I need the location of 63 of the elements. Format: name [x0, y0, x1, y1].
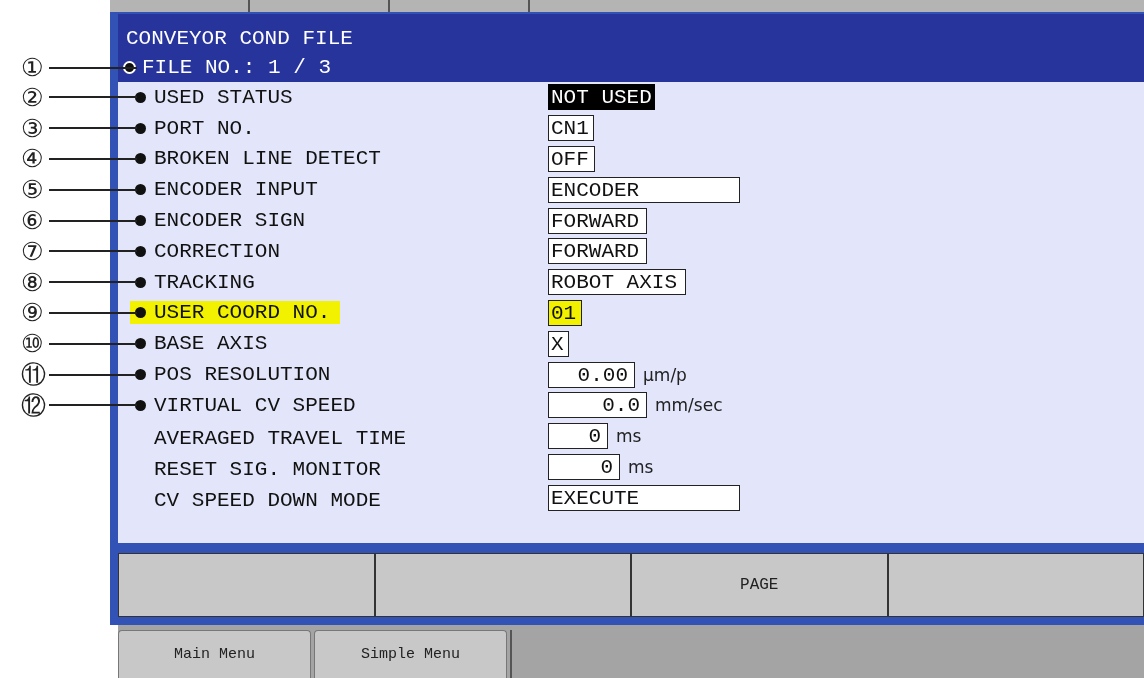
- setting-label: AVERAGED TRAVEL TIME: [154, 427, 407, 451]
- menu-tab[interactable]: Main Menu: [118, 630, 311, 678]
- callout-dot: [135, 91, 146, 103]
- callout-number: ②: [21, 84, 44, 110]
- callout-dot: [135, 276, 146, 288]
- callout-number: ①: [21, 55, 44, 80]
- callout-number: ⑧: [21, 269, 44, 295]
- value-field[interactable]: 0: [548, 423, 608, 450]
- callout-dot: [135, 184, 146, 196]
- setting-label: USER COORD NO.: [154, 301, 331, 325]
- callout-number: ⑥: [21, 208, 44, 234]
- callout-number: ⑪: [21, 362, 46, 388]
- setting-label: CV SPEED DOWN MODE: [154, 489, 381, 512]
- setting-label: BASE AXIS: [154, 332, 268, 356]
- value-field[interactable]: FORWARD: [548, 238, 647, 265]
- value-field[interactable]: NOT USED: [548, 84, 655, 111]
- setting-label: CORRECTION: [154, 239, 281, 263]
- callout-number: ⑨: [21, 300, 44, 326]
- setting-label: USED STATUS: [154, 85, 293, 109]
- callout-number: ⑫: [21, 392, 46, 418]
- callout-number: ⑦: [21, 238, 44, 264]
- callout-number: ⑤: [21, 177, 44, 203]
- callout-dot: [135, 307, 146, 319]
- unit-label: ms: [628, 456, 654, 477]
- setting-label: BROKEN LINE DETECT: [154, 147, 381, 171]
- value-field[interactable]: 0: [548, 453, 620, 480]
- callout-dot: [135, 153, 146, 165]
- function-key[interactable]: [119, 554, 374, 617]
- menu-tab[interactable]: Simple Menu: [314, 630, 507, 678]
- setting-label: POS RESOLUTION: [154, 363, 331, 387]
- value-field[interactable]: OFF: [548, 146, 595, 172]
- callout-number: ③: [21, 115, 44, 141]
- callout-dot: [135, 338, 146, 350]
- value-field[interactable]: 0.0: [548, 392, 647, 419]
- setting-label: ENCODER SIGN: [154, 209, 306, 233]
- value-field[interactable]: CN1: [548, 115, 594, 142]
- value-field[interactable]: X: [548, 330, 569, 357]
- callout-dot: [135, 369, 146, 381]
- value-field[interactable]: EXECUTE: [548, 484, 740, 511]
- file-number: FILE NO.: 1 / 3: [142, 56, 332, 79]
- unit-label: ms: [616, 426, 642, 447]
- function-key[interactable]: PAGE: [632, 554, 887, 617]
- function-key[interactable]: [888, 554, 1143, 617]
- setting-label: TRACKING: [154, 270, 255, 294]
- value-field[interactable]: 01: [548, 299, 582, 326]
- screen-title: CONVEYOR COND FILE: [126, 27, 353, 50]
- callout-number: ④: [21, 146, 44, 172]
- setting-label: RESET SIG. MONITOR: [154, 458, 381, 482]
- value-field[interactable]: 0.00: [548, 361, 635, 388]
- value-field[interactable]: ROBOT AXIS: [548, 269, 686, 296]
- unit-label: mm/sec: [655, 395, 723, 416]
- setting-label: PORT NO.: [154, 116, 255, 140]
- callout-dot: [135, 122, 146, 134]
- value-field[interactable]: ENCODER: [548, 176, 740, 203]
- unit-label: µm/p: [643, 364, 687, 385]
- setting-label: VIRTUAL CV SPEED: [154, 393, 356, 417]
- value-field[interactable]: FORWARD: [548, 207, 647, 234]
- function-key[interactable]: [375, 554, 630, 617]
- callout-dot: [135, 245, 146, 257]
- callout-number: ⑩: [21, 331, 44, 357]
- callout-dot: [135, 399, 146, 411]
- callout-dot: [135, 215, 146, 227]
- setting-label: ENCODER INPUT: [154, 178, 318, 202]
